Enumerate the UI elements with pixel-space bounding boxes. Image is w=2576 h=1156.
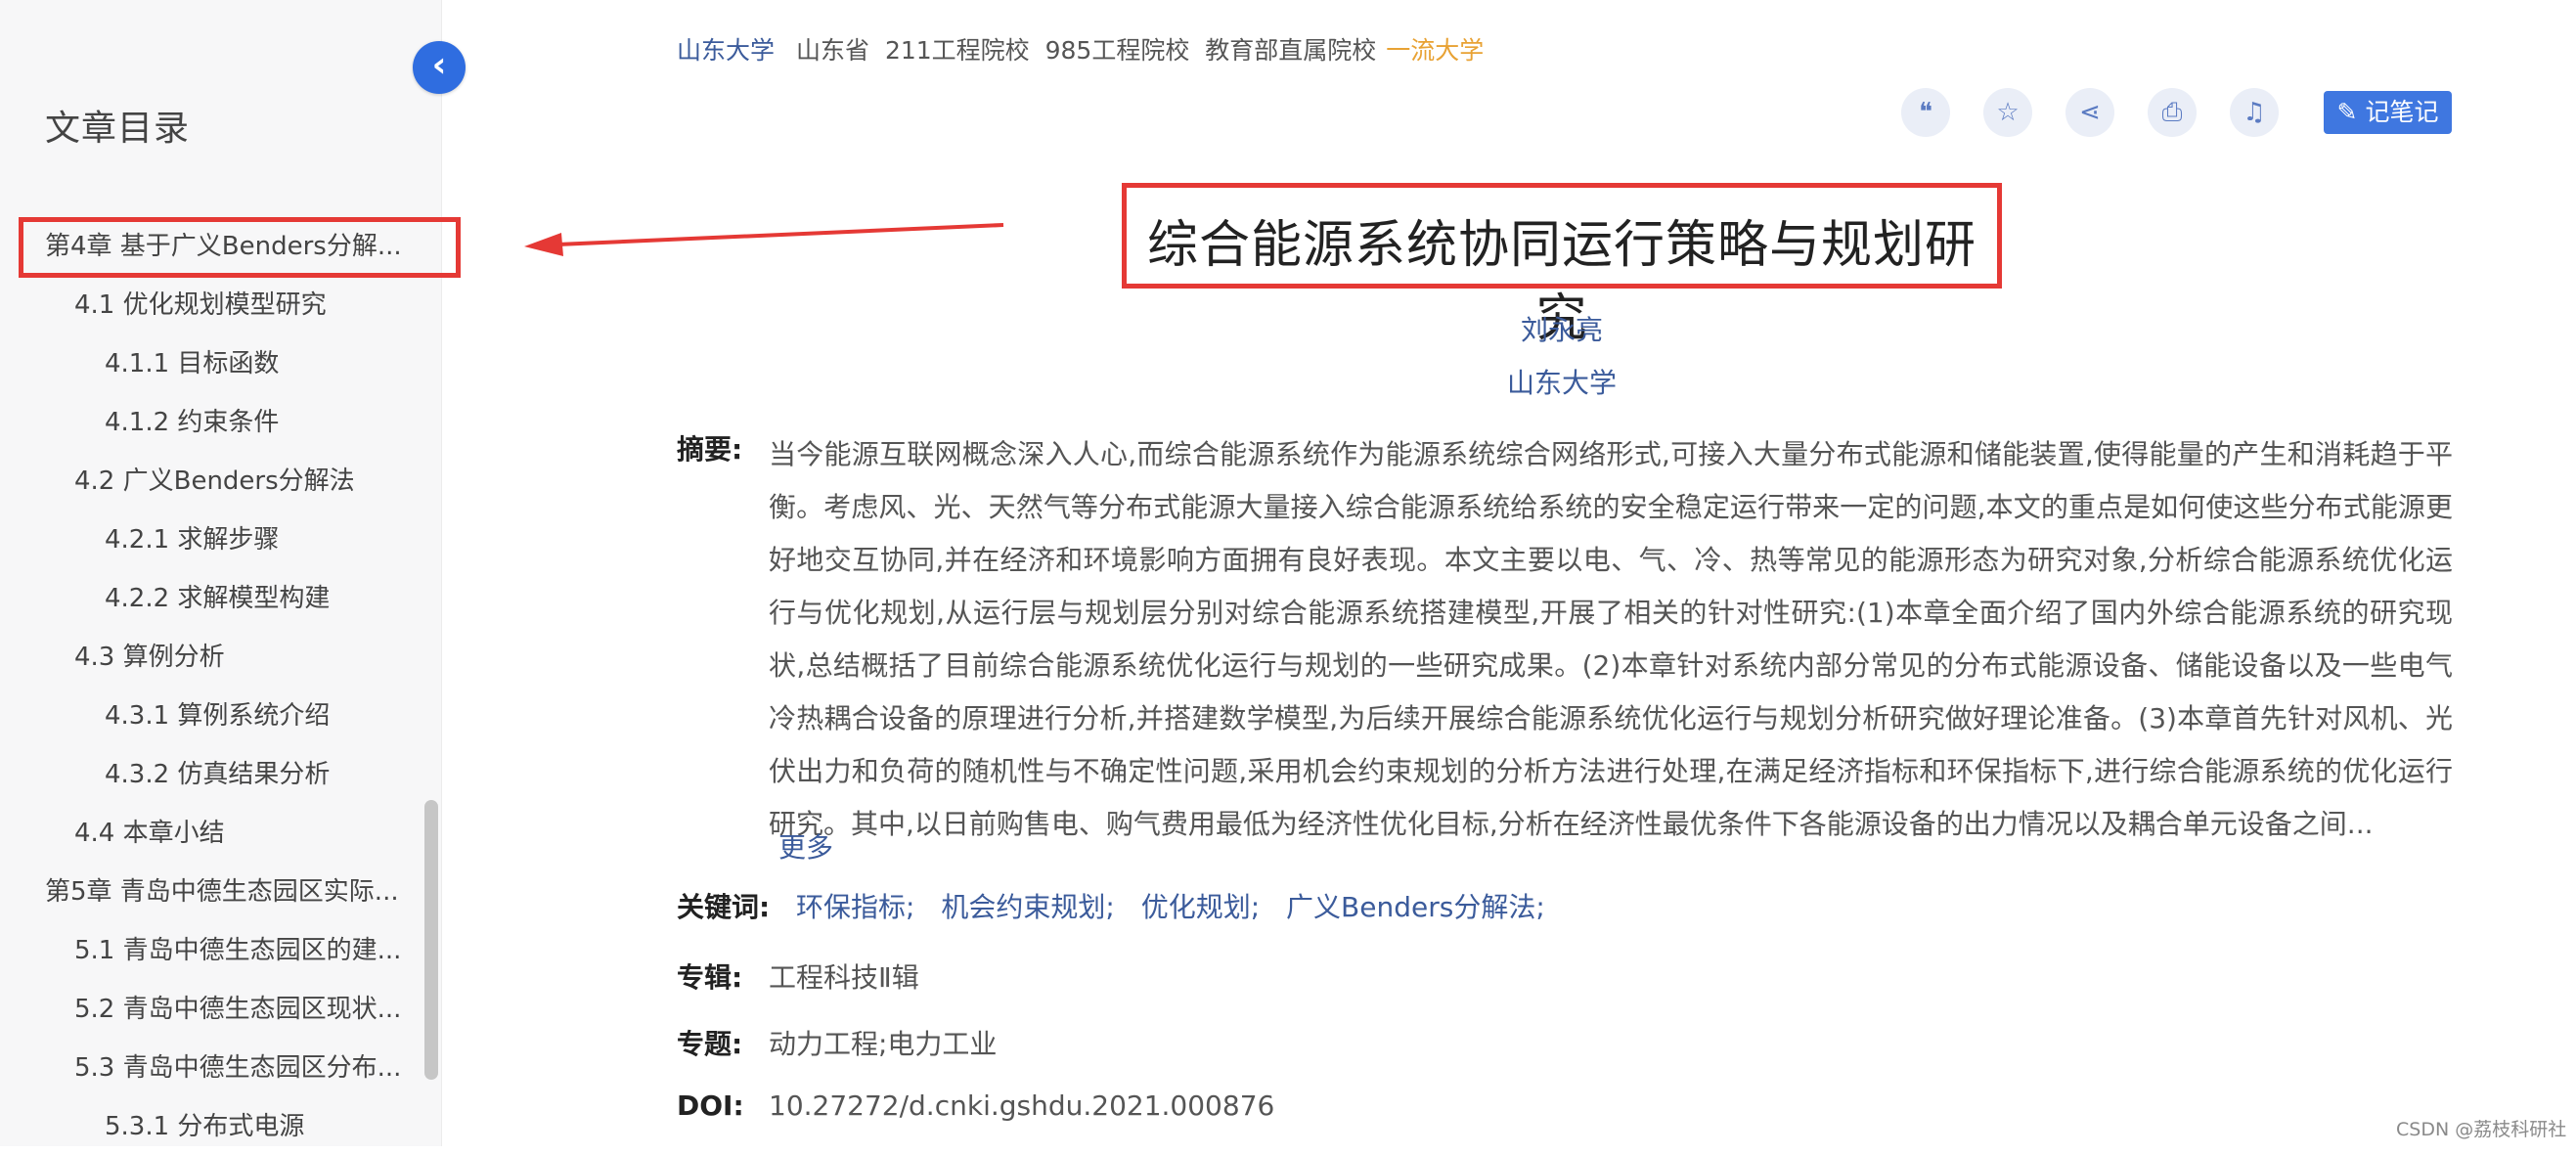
cite-button[interactable]: ❝ bbox=[1901, 88, 1950, 137]
toc-highlight-box bbox=[19, 217, 461, 278]
take-notes-label: 记笔记 bbox=[2365, 98, 2439, 126]
school-tag: 山东省 bbox=[795, 36, 869, 65]
subscribe-button[interactable]: ♫ bbox=[2230, 88, 2279, 137]
keyword-link[interactable]: 优化规划; bbox=[1141, 891, 1260, 923]
csdn-watermark: CSDN @荔枝科研社 bbox=[2396, 1119, 2567, 1140]
bell-icon: ♫ bbox=[2243, 98, 2266, 127]
take-notes-button[interactable]: ✎ 记笔记 bbox=[2324, 91, 2452, 134]
keyword-link[interactable]: 环保指标; bbox=[796, 891, 914, 923]
toc-item[interactable]: 4.2 广义Benders分解法 bbox=[0, 452, 421, 511]
toc-list: 第4章 基于广义Benders分解... 4.1 优化规划模型研究 4.1.1 目标… bbox=[0, 217, 421, 1156]
doi-label: DOI: bbox=[677, 1089, 744, 1122]
favorite-button[interactable]: ☆ bbox=[1983, 88, 2032, 137]
school-tag: 985工程院校 bbox=[1044, 36, 1190, 65]
series-value: 工程科技Ⅱ辑 bbox=[769, 961, 919, 994]
series-label: 专辑: bbox=[677, 961, 743, 994]
author-link[interactable]: 刘永亮 bbox=[1122, 309, 2002, 348]
pencil-icon: ✎ bbox=[2336, 98, 2358, 126]
more-link[interactable]: 更多 bbox=[778, 826, 833, 866]
toc-item[interactable]: 5.3 青岛中德生态园区分布... bbox=[0, 1039, 421, 1097]
keyword-link[interactable]: 机会约束规划; bbox=[941, 891, 1114, 923]
topic-value: 动力工程;电力工业 bbox=[769, 1028, 998, 1060]
topic-label: 专题: bbox=[677, 1028, 743, 1060]
toc-item[interactable]: 4.3.1 算例系统介绍 bbox=[0, 687, 421, 745]
share-button[interactable]: ⋖ bbox=[2065, 88, 2114, 137]
star-icon: ☆ bbox=[1996, 98, 2020, 127]
toc-item[interactable]: 4.1.1 目标函数 bbox=[0, 334, 421, 393]
keywords-list: 环保指标; 机会约束规划; 优化规划; 广义Benders分解法; bbox=[796, 886, 1563, 925]
toc-item[interactable]: 4.3 算例分析 bbox=[0, 628, 421, 687]
abstract-label: 摘要: bbox=[677, 433, 743, 466]
annotation-arrow bbox=[524, 223, 1004, 256]
toc-item[interactable]: 4.4 本章小结 bbox=[0, 804, 421, 863]
doi-value: 10.27272/d.cnki.gshdu.2021.000876 bbox=[769, 1089, 1275, 1122]
toc-sidebar: 文章目录 第4章 基于广义Benders分解... 4.1 优化规划模型研究 4.1… bbox=[0, 0, 461, 1146]
toc-item[interactable]: 4.3.2 仿真结果分析 bbox=[0, 745, 421, 804]
school-link[interactable]: 山东大学 bbox=[677, 36, 775, 65]
sidebar-scrollbar[interactable] bbox=[424, 800, 438, 1080]
toc-item[interactable]: 4.1.2 约束条件 bbox=[0, 393, 421, 452]
collapse-sidebar-button[interactable]: ‹ bbox=[413, 41, 466, 94]
abstract-text: 当今能源互联网概念深入人心,而综合能源系统作为能源系统综合网络形式,可接入大量分… bbox=[769, 438, 2453, 840]
school-info-line: 山东大学 山东省 211工程院校 985工程院校 教育部直属院校 一流大学 bbox=[677, 31, 1484, 67]
keywords-label: 关键词: bbox=[677, 891, 771, 923]
keyword-link[interactable]: 广义Benders分解法; bbox=[1286, 891, 1545, 923]
toc-item[interactable]: 4.2.1 求解步骤 bbox=[0, 511, 421, 569]
share-icon: ⋖ bbox=[2079, 98, 2101, 127]
first-class-tag: 一流大学 bbox=[1386, 36, 1485, 65]
toc-item[interactable]: 4.1 优化规划模型研究 bbox=[0, 276, 421, 334]
toc-item[interactable]: 5.1 青岛中德生态园区的建... bbox=[0, 921, 421, 980]
print-icon: ⎙ bbox=[2161, 98, 2183, 127]
toc-item[interactable]: 5.2 青岛中德生态园区现状... bbox=[0, 980, 421, 1039]
toc-item[interactable]: 4.2.2 求解模型构建 bbox=[0, 569, 421, 628]
print-button[interactable]: ⎙ bbox=[2148, 88, 2197, 137]
toc-title: 文章目录 bbox=[45, 109, 191, 149]
toc-item[interactable]: 5.3.1 分布式电源 bbox=[0, 1097, 421, 1156]
toc-item[interactable]: 第5章 青岛中德生态园区实际... bbox=[0, 863, 421, 921]
chevron-left-icon: ‹ bbox=[431, 45, 447, 85]
school-tag: 211工程院校 bbox=[884, 36, 1030, 65]
quote-icon: ❝ bbox=[1919, 98, 1932, 127]
school-tag: 教育部直属院校 bbox=[1205, 36, 1377, 65]
institution-link[interactable]: 山东大学 bbox=[1122, 362, 2002, 401]
